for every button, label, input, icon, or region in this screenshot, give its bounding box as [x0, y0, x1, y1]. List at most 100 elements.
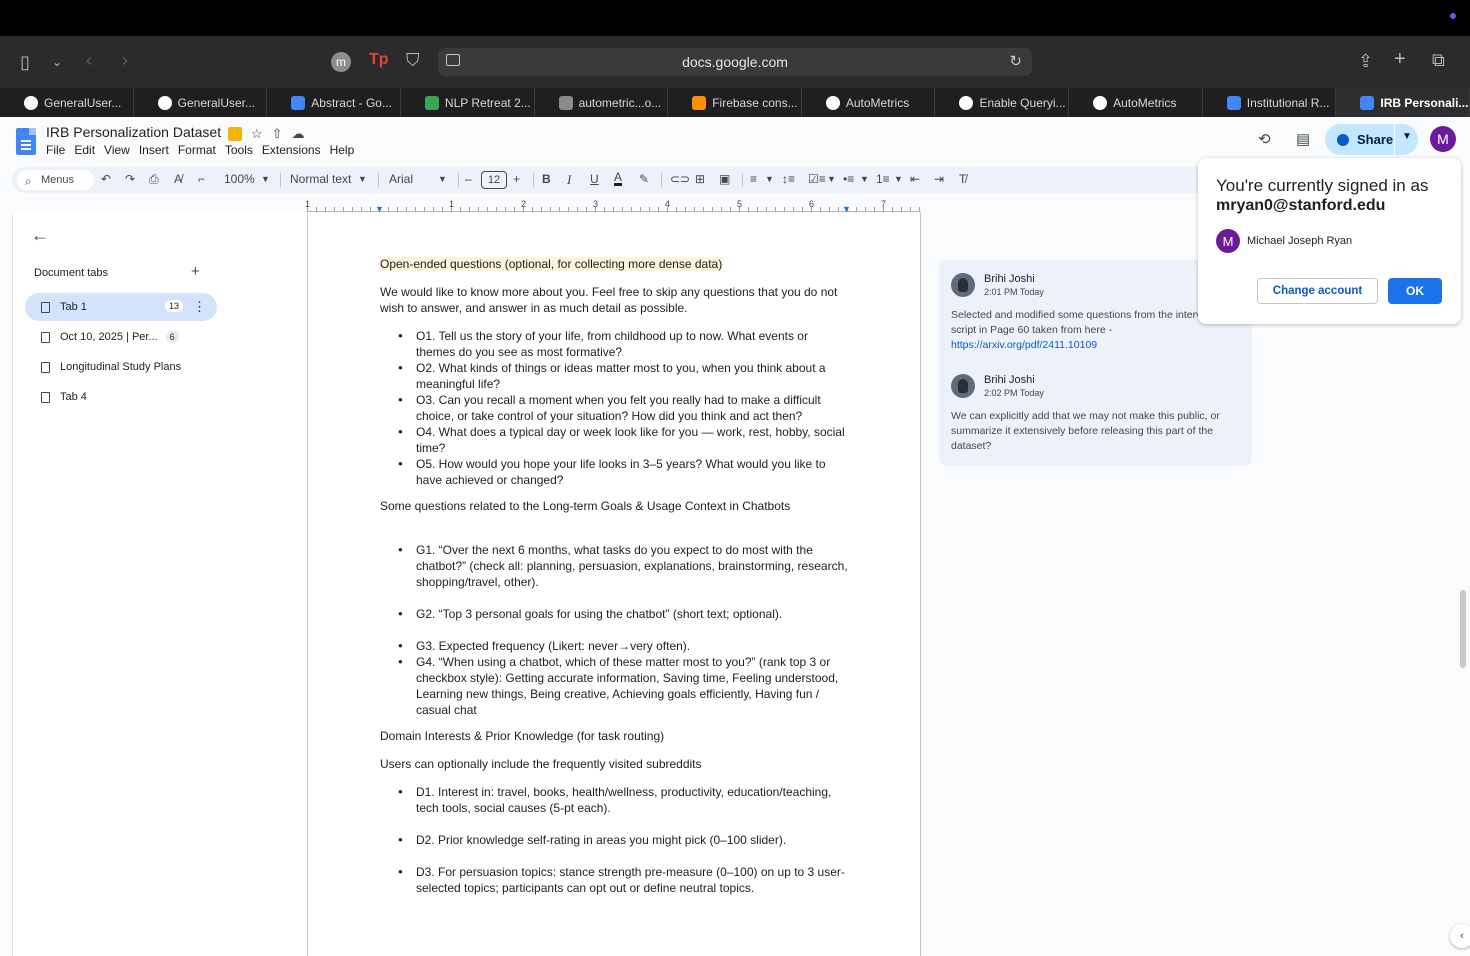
browser-tab[interactable]: IRB Personali...	[1336, 88, 1470, 117]
doc-tab-3[interactable]: Longitudinal Study Plans	[25, 353, 217, 381]
clear-formatting-icon[interactable]: T̸	[959, 172, 966, 186]
text-color-icon[interactable]: A	[614, 171, 623, 186]
new-tab-icon[interactable]: +	[1394, 49, 1406, 69]
decrease-indent-icon[interactable]: ⇤	[910, 172, 920, 186]
paint-format-icon[interactable]: ⌐	[198, 172, 205, 186]
increase-font-icon[interactable]: +	[513, 172, 520, 186]
chevron-left-icon[interactable]: ‹	[1450, 924, 1470, 948]
add-tab-icon[interactable]: +	[191, 263, 200, 280]
account-avatar[interactable]: M	[1430, 126, 1456, 152]
comment-body: We can explicitly add that we may not ma…	[951, 410, 1220, 452]
zoom-select[interactable]: 100%	[224, 172, 255, 186]
chevron-down-icon[interactable]: ▼	[860, 174, 869, 184]
back-button[interactable]: ‹	[86, 50, 92, 70]
chevron-down-icon[interactable]: ▼	[894, 174, 903, 184]
ruler-tick	[775, 207, 776, 211]
vertical-scrollbar[interactable]	[1460, 590, 1466, 668]
link-icon[interactable]: ⊂⊃	[670, 172, 690, 186]
ruler-tick	[370, 207, 371, 211]
menu-insert[interactable]: Insert	[139, 143, 174, 157]
document-title[interactable]: IRB Personalization Dataset	[46, 124, 221, 140]
undo-icon[interactable]: ↶	[101, 172, 111, 186]
browser-tab[interactable]: Firebase cons...	[668, 88, 802, 117]
ruler-tick	[316, 207, 317, 211]
menu-help[interactable]: Help	[330, 143, 360, 157]
list-item: O1. Tell us the story of your life, from…	[398, 328, 848, 360]
browser-tab[interactable]: Abstract - Go...	[267, 88, 401, 117]
comment-link[interactable]: https://arxiv.org/pdf/2411.10109	[951, 339, 1097, 351]
menu-edit[interactable]: Edit	[74, 143, 100, 157]
doc-tab-1[interactable]: Tab 1 13 ⋮	[25, 293, 217, 321]
move-icon[interactable]: ⇧	[272, 126, 283, 142]
browser-tab[interactable]: Enable Queryi...	[935, 88, 1070, 117]
line-spacing-icon[interactable]: ↕≡	[782, 172, 795, 186]
chevron-down-icon[interactable]: ⌄	[52, 52, 62, 72]
checklist-icon[interactable]: ☑≡	[808, 172, 826, 186]
bulleted-list-icon[interactable]: •≡	[843, 172, 854, 186]
browser-tab[interactable]: GeneralUser...	[134, 88, 268, 117]
bold-icon[interactable]: B	[542, 172, 551, 186]
chevron-down-icon[interactable]: ▼	[1402, 131, 1412, 142]
menu-extensions[interactable]: Extensions	[262, 143, 326, 157]
slides-icon[interactable]	[228, 127, 242, 141]
add-comment-icon[interactable]: ⊞	[695, 172, 705, 186]
italic-icon[interactable]: I	[567, 172, 571, 188]
open-questions-list: O1. Tell us the story of your life, from…	[398, 328, 848, 488]
menu-format[interactable]: Format	[178, 143, 221, 157]
spellcheck-icon[interactable]: A̸	[174, 172, 182, 186]
font-size-input[interactable]: 12	[481, 171, 507, 189]
more-vert-icon[interactable]: ⋮	[193, 299, 206, 315]
sidebar-toggle-icon[interactable]: ▯	[20, 52, 30, 72]
redo-icon[interactable]: ↷	[125, 172, 135, 186]
browser-tab[interactable]: AutoMetrics	[802, 88, 936, 117]
underline-icon[interactable]: U	[590, 172, 599, 186]
cloud-icon[interactable]: ☁	[292, 126, 305, 142]
chevron-down-icon[interactable]: ▼	[261, 174, 270, 184]
comments-icon[interactable]: ▤	[1296, 130, 1310, 148]
menu-tools[interactable]: Tools	[225, 143, 258, 157]
menus-search[interactable]: ⌕ Menus	[17, 170, 94, 190]
shield-icon[interactable]: ⛉	[406, 50, 420, 70]
extension-tp-icon[interactable]: Tp	[369, 50, 389, 70]
browser-tab[interactable]: Institutional R...	[1203, 88, 1337, 117]
profile-icon[interactable]: m	[331, 52, 351, 72]
numbered-list-icon[interactable]: 1≡	[876, 172, 890, 186]
decrease-font-icon[interactable]: –	[465, 172, 472, 186]
highlight-icon[interactable]: ✎	[639, 172, 649, 186]
browser-tab[interactable]: GeneralUser...	[0, 88, 134, 117]
increase-indent-icon[interactable]: ⇥	[934, 172, 944, 186]
document-page[interactable]: Open-ended questions (optional, for coll…	[307, 213, 921, 956]
list-item: G4. “When using a chatbot, which of thes…	[398, 654, 848, 718]
google-docs-logo-icon[interactable]	[16, 128, 36, 155]
chevron-down-icon[interactable]: ▼	[765, 174, 774, 184]
share-icon[interactable]: ⇪	[1358, 51, 1373, 71]
align-icon[interactable]: ≡	[750, 172, 757, 186]
doc-tab-4[interactable]: Tab 4	[25, 383, 217, 411]
style-select[interactable]: Normal text	[290, 172, 351, 186]
forward-button[interactable]: ›	[122, 50, 128, 70]
horizontal-ruler[interactable]: 1 1 2 3 4 5 6 7 ▼ ▼	[305, 199, 921, 214]
font-select[interactable]: Arial	[389, 172, 413, 186]
address-bar[interactable]: docs.google.com ↻	[438, 48, 1032, 76]
arrow-left-icon[interactable]: ←	[31, 225, 49, 246]
image-icon[interactable]: ▣	[719, 172, 730, 186]
share-button[interactable]: Share ▼	[1325, 124, 1418, 155]
menu-view[interactable]: View	[104, 143, 135, 157]
ruler-tick	[802, 207, 803, 211]
change-account-button[interactable]: Change account	[1257, 278, 1378, 304]
tab-overview-icon[interactable]: ⧉	[1432, 50, 1445, 70]
ok-button[interactable]: OK	[1388, 278, 1442, 304]
menu-file[interactable]: File	[46, 143, 70, 157]
history-icon[interactable]: ⟲	[1258, 130, 1271, 148]
browser-tab[interactable]: autometric...o...	[535, 88, 669, 117]
highlighted-text: Open-ended questions (optional, for coll…	[380, 257, 723, 271]
star-icon[interactable]: ☆	[251, 126, 263, 142]
chevron-down-icon[interactable]: ▼	[827, 174, 836, 184]
reload-icon[interactable]: ↻	[1009, 52, 1022, 70]
browser-tab[interactable]: NLP Retreat 2...	[401, 88, 535, 117]
chevron-down-icon[interactable]: ▼	[358, 174, 367, 184]
chevron-down-icon[interactable]: ▼	[438, 174, 447, 184]
print-icon[interactable]: ⎙	[149, 172, 159, 187]
browser-tab[interactable]: AutoMetrics	[1069, 88, 1203, 117]
doc-tab-2[interactable]: Oct 10, 2025 | Per... 6	[25, 323, 217, 351]
